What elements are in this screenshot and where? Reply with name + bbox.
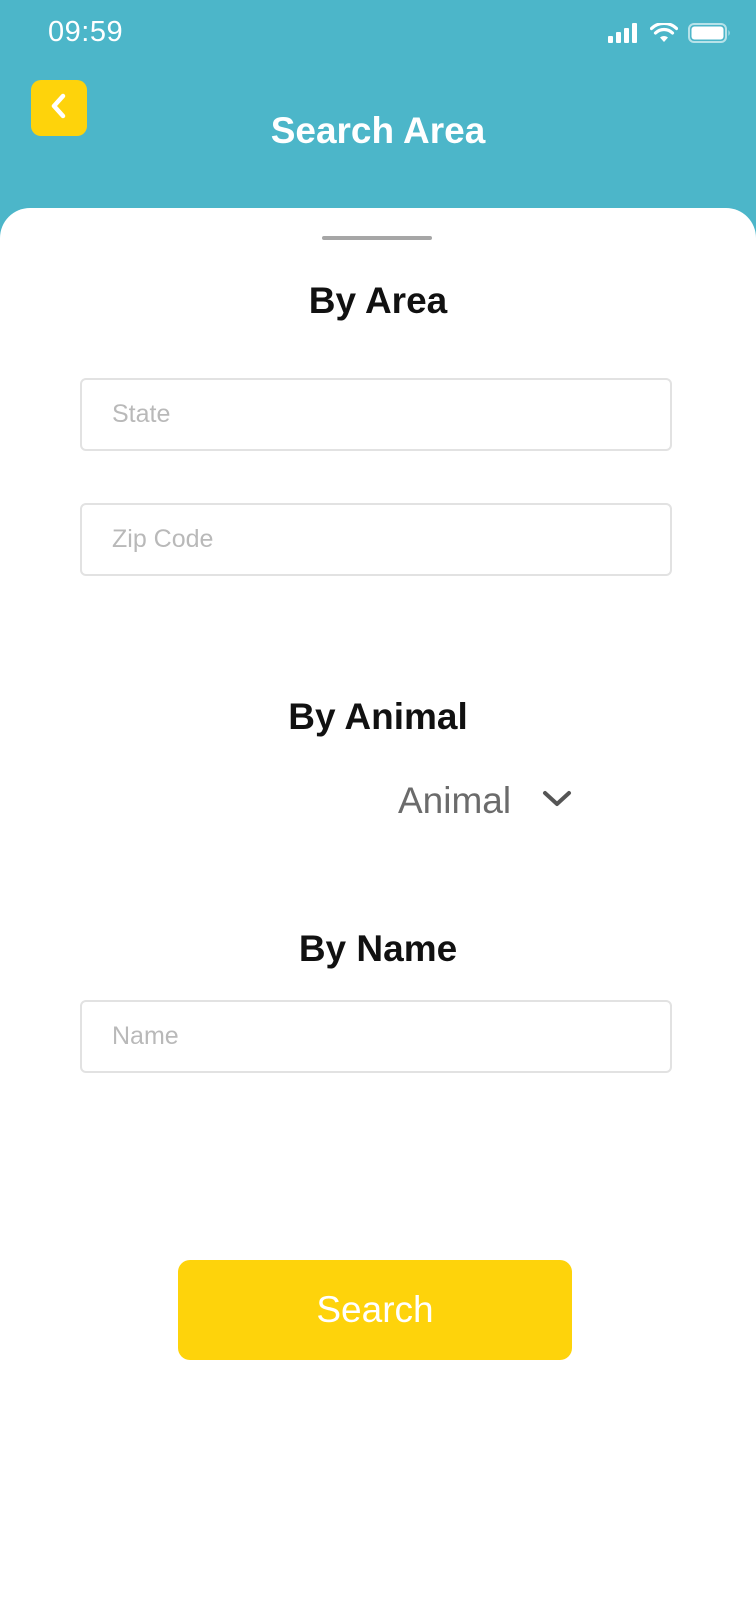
name-input[interactable] — [80, 1000, 672, 1073]
search-button[interactable]: Search — [178, 1260, 572, 1360]
animal-dropdown-label: Animal — [398, 780, 512, 821]
status-time: 09:59 — [48, 16, 124, 48]
chevron-down-icon — [541, 788, 573, 815]
cellular-signal-icon — [608, 23, 640, 43]
search-sheet: By Area By Animal Animal By Name Search — [0, 208, 756, 1620]
state-input[interactable] — [80, 378, 672, 451]
zip-code-input[interactable] — [80, 503, 672, 576]
sheet-handle[interactable] — [322, 236, 432, 240]
by-area-title: By Area — [308, 280, 448, 321]
wifi-icon — [650, 23, 678, 43]
status-bar: 09:59 — [0, 0, 756, 70]
by-animal-title: By Animal — [288, 696, 468, 737]
page-title: Search Area — [270, 110, 486, 151]
battery-icon — [688, 22, 732, 44]
header: Search Area — [0, 70, 756, 210]
animal-dropdown[interactable]: Animal — [398, 780, 573, 822]
by-name-title: By Name — [298, 928, 458, 969]
status-icons — [608, 22, 732, 44]
